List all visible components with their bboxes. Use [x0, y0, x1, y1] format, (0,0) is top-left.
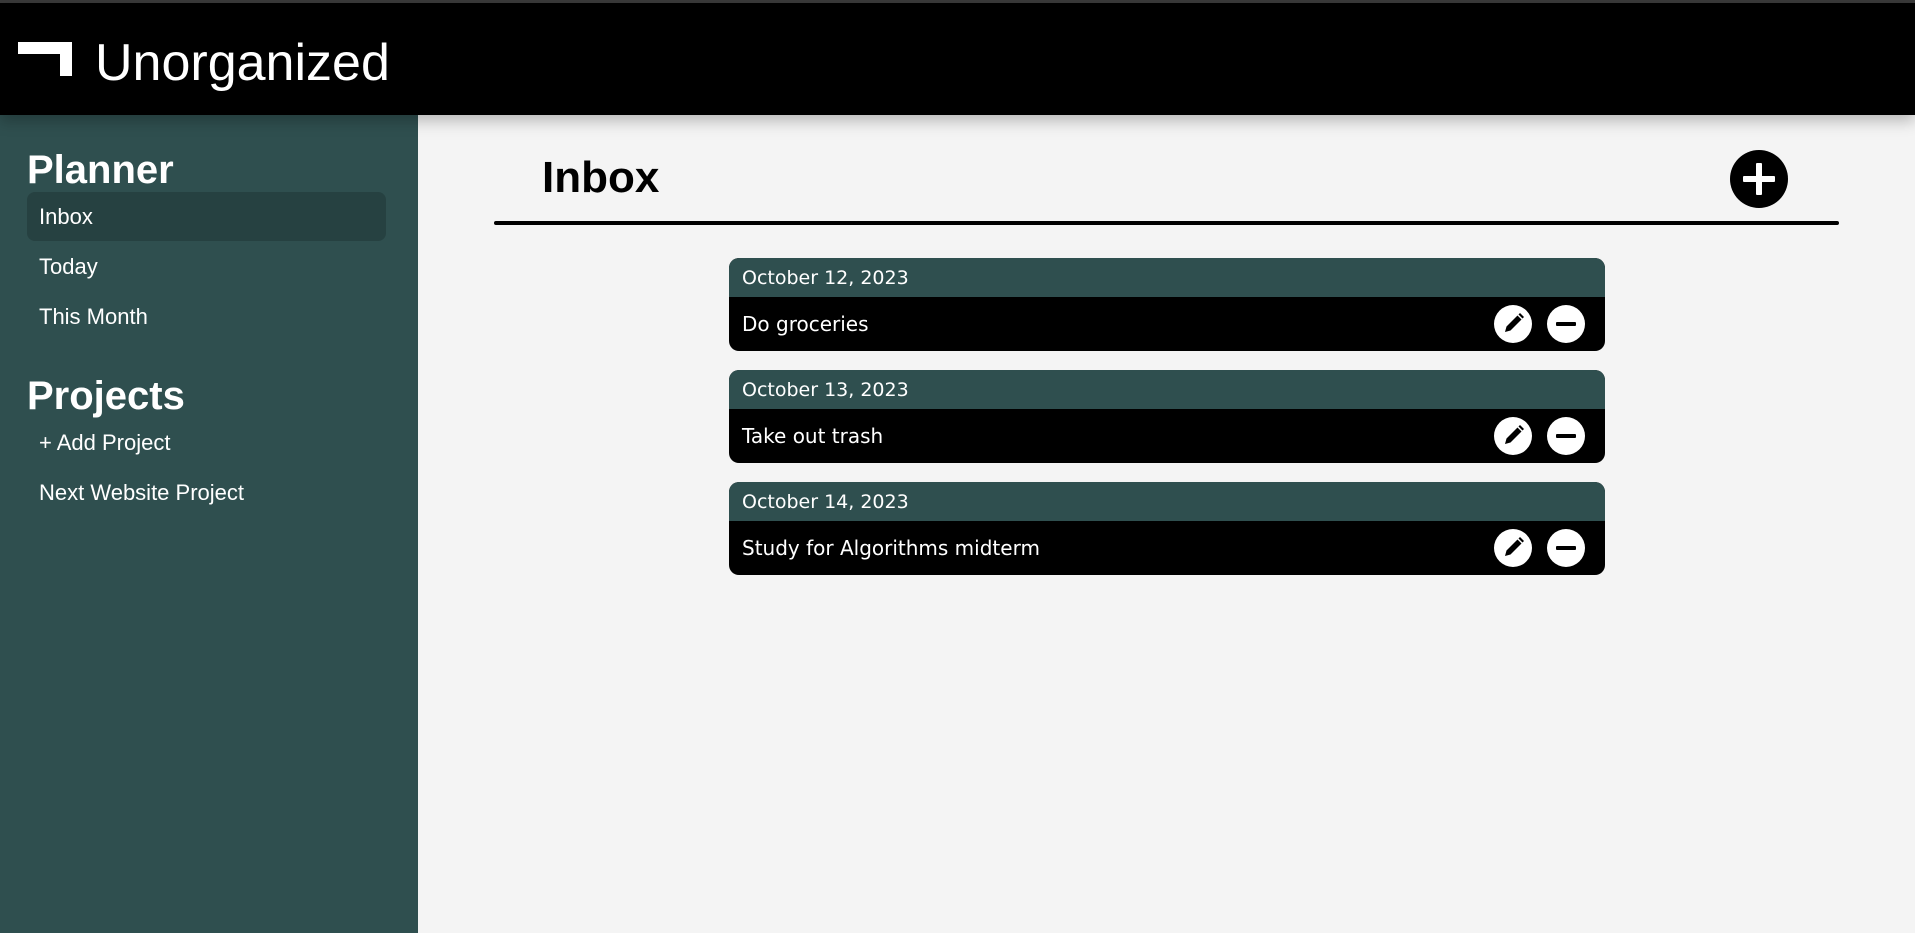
remove-task-button[interactable]: [1547, 529, 1585, 567]
task-card: October 13, 2023 Take out trash: [729, 370, 1605, 463]
sidebar: Planner Inbox Today This Month Projects …: [0, 115, 418, 933]
edit-task-button[interactable]: [1494, 529, 1532, 567]
projects-heading: Projects: [27, 374, 185, 418]
logo-icon: [18, 42, 72, 76]
main-content: Inbox October 12, 2023 Do groceries Octo…: [418, 115, 1915, 933]
remove-task-button[interactable]: [1547, 417, 1585, 455]
planner-heading: Planner: [27, 148, 174, 192]
task-body: Study for Algorithms midterm: [729, 521, 1605, 575]
pencil-icon: [1505, 537, 1524, 556]
task-date: October 13, 2023: [729, 370, 1605, 409]
minus-circle-icon: [1556, 546, 1576, 550]
page-title: Inbox: [542, 153, 660, 202]
edit-task-button[interactable]: [1494, 305, 1532, 343]
task-date: October 12, 2023: [729, 258, 1605, 297]
task-text[interactable]: Study for Algorithms midterm: [742, 521, 1040, 575]
title-divider: [494, 221, 1839, 225]
pencil-icon: [1505, 313, 1524, 332]
task-date: October 14, 2023: [729, 482, 1605, 521]
add-task-button[interactable]: [1730, 150, 1788, 208]
minus-circle-icon: [1556, 322, 1576, 326]
task-card: October 14, 2023 Study for Algorithms mi…: [729, 482, 1605, 575]
task-body: Take out trash: [729, 409, 1605, 463]
sidebar-item-next-website-project[interactable]: Next Website Project: [27, 468, 386, 517]
minus-circle-icon: [1556, 434, 1576, 438]
sidebar-item-today[interactable]: Today: [27, 242, 386, 291]
task-text[interactable]: Do groceries: [742, 297, 869, 351]
app-title: Unorganized: [95, 34, 390, 92]
task-body: Do groceries: [729, 297, 1605, 351]
remove-task-button[interactable]: [1547, 305, 1585, 343]
edit-task-button[interactable]: [1494, 417, 1532, 455]
pencil-icon: [1505, 425, 1524, 444]
app-header: Unorganized: [0, 3, 1915, 115]
task-text[interactable]: Take out trash: [742, 409, 883, 463]
sidebar-item-inbox[interactable]: Inbox: [27, 192, 386, 241]
task-card: October 12, 2023 Do groceries: [729, 258, 1605, 351]
sidebar-item-this-month[interactable]: This Month: [27, 292, 386, 341]
add-project-button[interactable]: + Add Project: [27, 418, 386, 467]
plus-circle-icon: [1743, 163, 1775, 195]
